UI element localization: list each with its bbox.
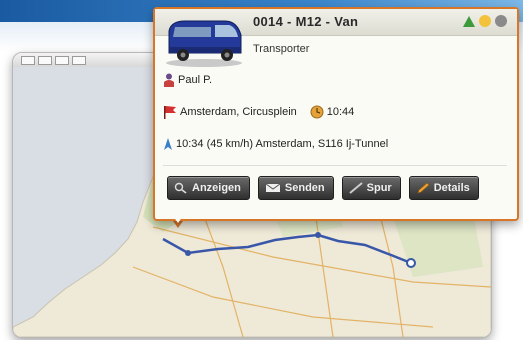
track-icon (349, 182, 363, 194)
warning-triangle-icon (463, 16, 475, 27)
destination-row: Amsterdam, Circusplein 10:44 (163, 105, 354, 119)
send-icon (265, 183, 281, 192)
send-button-label: Senden (284, 182, 325, 194)
show-button-label: Anzeigen (192, 182, 241, 194)
gps-status-icon (495, 15, 507, 27)
destination-text: Amsterdam, Circusplein (180, 106, 297, 118)
zoom-icon (174, 182, 187, 194)
position-text: 10:34 (45 km/h) Amsterdam, S116 Ij-Tunne… (176, 138, 389, 150)
sun-status-icon (479, 15, 491, 27)
heading-arrow-icon (164, 138, 172, 150)
track-button-label: Spur (366, 182, 392, 194)
map-tool-button[interactable] (21, 55, 35, 65)
popup-tail-inner (171, 213, 185, 223)
send-button[interactable]: Senden (257, 176, 334, 200)
vehicle-marker[interactable] (406, 258, 416, 268)
driver-icon (164, 73, 174, 87)
position-row: 10:34 (45 km/h) Amsterdam, S116 Ij-Tunne… (163, 137, 388, 151)
map-tool-button[interactable] (38, 55, 52, 65)
map-tool-button[interactable] (72, 55, 86, 65)
clock-icon (310, 105, 324, 119)
route-point[interactable] (315, 232, 321, 238)
van-image (166, 20, 242, 67)
track-button[interactable]: Spur (341, 176, 401, 200)
route-point[interactable] (185, 250, 191, 256)
driver-row: Paul P. (163, 73, 212, 87)
eta-text: 10:44 (326, 106, 355, 118)
show-button[interactable]: Anzeigen (167, 176, 250, 200)
map-tool-button[interactable] (55, 55, 69, 65)
driver-name: Paul P. (178, 74, 213, 86)
destination-flag-icon (164, 106, 176, 119)
status-icons (463, 15, 507, 27)
popup-divider (163, 165, 507, 166)
vehicle-type: Transporter (253, 43, 310, 55)
vehicle-title: 0014 - M12 - Van (253, 14, 359, 29)
popup-actions: Anzeigen Senden Spur Details (167, 176, 479, 200)
pencil-icon (417, 182, 430, 194)
vehicle-popup: 0014 - M12 - Van Transporter Paul P. Ams… (153, 7, 519, 221)
details-button-label: Details (433, 182, 470, 194)
details-button[interactable]: Details (408, 176, 479, 200)
